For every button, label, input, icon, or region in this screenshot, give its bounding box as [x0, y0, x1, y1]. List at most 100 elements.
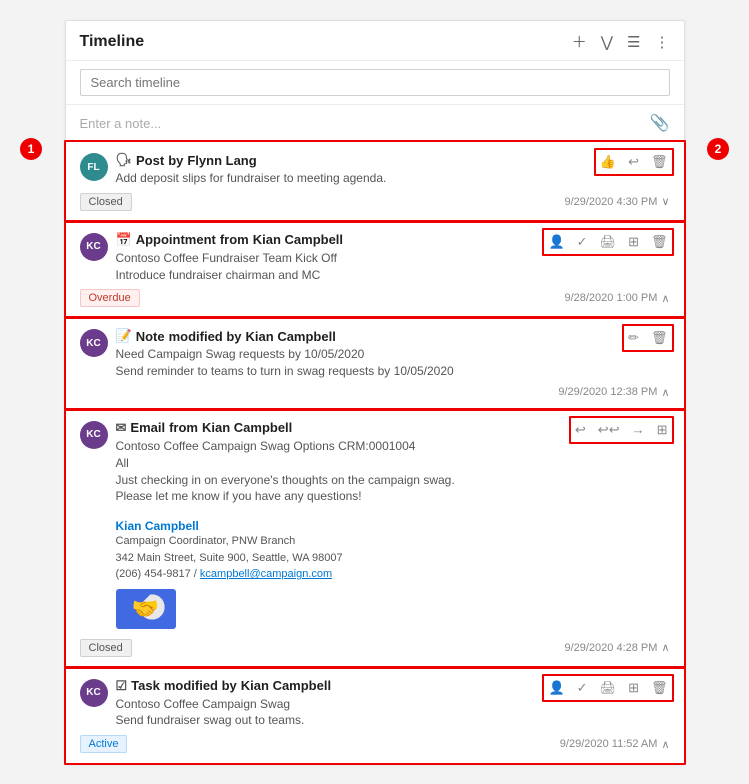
- add-icon[interactable]: ＋: [572, 31, 587, 52]
- check-icon[interactable]: ✓: [575, 232, 590, 252]
- task-title: ☑ Task modified by Kian Campbell: [116, 678, 539, 694]
- search-input[interactable]: [80, 69, 670, 96]
- task-type-icon: ☑: [116, 678, 128, 694]
- appt-actions-wrapper: 👤 ✓ 🖨 ⊞ 🗑: [546, 232, 669, 252]
- sort-icon[interactable]: ☰: [627, 33, 640, 51]
- post-chevron[interactable]: ∨: [661, 195, 669, 208]
- task-modified: modified by: [164, 678, 237, 693]
- email-timestamp: 9/29/2020 4:28 PM ∧: [564, 641, 669, 654]
- note-content: 📝 Note modified by Kian Campbell Need Ca…: [116, 328, 619, 380]
- avatar-kc-appt: KC: [80, 233, 108, 261]
- appt-badge: Overdue: [80, 289, 140, 307]
- appt-content: 📅 Appointment from Kian Campbell Contoso…: [116, 232, 539, 284]
- task-print-icon[interactable]: 🖨: [598, 678, 619, 698]
- page-container: 1 2 Timeline ＋ ⋁ ☰ ⋮ Enter a note... 📎: [20, 20, 729, 764]
- header-icons: ＋ ⋁ ☰ ⋮: [572, 31, 670, 52]
- appt-actions: 👤 ✓ 🖨 ⊞ 🗑: [546, 232, 669, 252]
- annotation-1: 1: [20, 138, 42, 160]
- email-badge: Closed: [80, 639, 132, 657]
- task-content: ☑ Task modified by Kian Campbell Contoso…: [116, 678, 539, 730]
- note-header: KC 📝 Note modified by Kian Campbell Need…: [80, 328, 670, 380]
- task-delete-icon[interactable]: 🗑: [649, 678, 670, 698]
- email-from: from: [169, 420, 198, 435]
- task-type-label: Task: [131, 678, 160, 693]
- appt-chevron[interactable]: ∧: [661, 292, 669, 305]
- sig-image: 🤝: [116, 589, 176, 629]
- appt-body: Contoso Coffee Fundraiser Team Kick Off …: [116, 250, 539, 284]
- timeline-item-note: KC 📝 Note modified by Kian Campbell Need…: [66, 318, 684, 410]
- note-bar: Enter a note... 📎: [66, 105, 684, 142]
- post-body: Add deposit slips for fundraiser to meet…: [116, 170, 590, 187]
- email-export-icon[interactable]: ⊞: [655, 420, 670, 440]
- annotation-2: 2: [707, 138, 729, 160]
- panel-header: Timeline ＋ ⋁ ☰ ⋮: [66, 21, 684, 61]
- timeline-item-task: KC ☑ Task modified by Kian Campbell Cont…: [66, 668, 684, 764]
- post-author: Flynn Lang: [187, 153, 256, 168]
- note-footer: 9/29/2020 12:38 PM ∧: [80, 386, 670, 399]
- delete-icon[interactable]: 🗑: [649, 152, 670, 172]
- email-content: ✉ Email from Kian Campbell Contoso Coffe…: [116, 420, 565, 633]
- email-type-label: Email: [130, 420, 165, 435]
- post-timestamp: 9/29/2020 4:30 PM ∨: [564, 195, 669, 208]
- post-actions: 👍 ↩ 🗑: [598, 152, 670, 172]
- filter-icon[interactable]: ⋁: [601, 33, 613, 51]
- avatar-kc-email: KC: [80, 421, 108, 449]
- reply-icon[interactable]: ↩: [573, 420, 588, 440]
- forward-icon[interactable]: →: [630, 420, 647, 439]
- sig-email: kcampbell@campaign.com: [200, 568, 332, 580]
- email-signature: Kian Campbell Campaign Coordinator, PNW …: [116, 513, 565, 633]
- appt-footer: Overdue 9/28/2020 1:00 PM ∧: [80, 289, 670, 307]
- email-title: ✉ Email from Kian Campbell: [116, 420, 565, 436]
- sig-phone: (206) 454-9817: [116, 568, 191, 580]
- print-icon[interactable]: 🖨: [598, 232, 619, 252]
- note-timestamp: 9/29/2020 12:38 PM ∧: [558, 386, 669, 399]
- email-actions: ↩ ↩↩ → ⊞: [573, 420, 670, 440]
- task-actions: 👤 ✓ 🖨 ⊞ 🗑: [546, 678, 669, 698]
- more-icon[interactable]: ⋮: [655, 33, 670, 51]
- export-icon[interactable]: ⊞: [626, 232, 641, 252]
- delete-icon-appt[interactable]: 🗑: [649, 232, 670, 252]
- timeline-item-appointment: KC 📅 Appointment from Kian Campbell Cont…: [66, 222, 684, 319]
- task-footer: Active 9/29/2020 11:52 AM ∧: [80, 735, 670, 753]
- thumbsup-icon[interactable]: 👍: [598, 152, 618, 172]
- task-badge: Active: [80, 735, 128, 753]
- note-author: Kian Campbell: [246, 329, 336, 344]
- undo-icon[interactable]: ↩: [626, 152, 641, 172]
- task-chevron[interactable]: ∧: [661, 738, 669, 751]
- email-type-icon: ✉: [116, 420, 127, 436]
- task-export-icon[interactable]: ⊞: [626, 678, 641, 698]
- note-chevron[interactable]: ∧: [661, 386, 669, 399]
- appt-type-icon: 📅: [116, 232, 132, 248]
- note-type-icon: 📝: [116, 328, 132, 344]
- sig-phone-email: (206) 454-9817 / kcampbell@campaign.com: [116, 566, 565, 583]
- task-assign-icon[interactable]: 👤: [546, 678, 566, 698]
- email-header: KC ✉ Email from Kian Campbell Contoso Co…: [80, 420, 670, 633]
- appt-title: 📅 Appointment from Kian Campbell: [116, 232, 539, 248]
- email-author: Kian Campbell: [202, 420, 292, 435]
- task-timestamp: 9/29/2020 11:52 AM ∧: [560, 738, 670, 751]
- task-body: Contoso Coffee Campaign Swag Send fundra…: [116, 696, 539, 730]
- edit-icon[interactable]: ✏: [626, 328, 641, 348]
- reply-all-icon[interactable]: ↩↩: [596, 420, 622, 440]
- delete-icon-note[interactable]: 🗑: [649, 328, 670, 348]
- email-actions-wrapper: ↩ ↩↩ → ⊞: [573, 420, 670, 440]
- avatar-fl: FL: [80, 153, 108, 181]
- note-actions-wrapper: ✏ 🗑: [626, 328, 669, 348]
- note-actions: ✏ 🗑: [626, 328, 669, 348]
- sig-name: Kian Campbell: [116, 519, 565, 533]
- assign-icon[interactable]: 👤: [546, 232, 566, 252]
- sig-title: Campaign Coordinator, PNW Branch: [116, 533, 565, 550]
- email-footer: Closed 9/29/2020 4:28 PM ∧: [80, 639, 670, 657]
- post-author-prefix: by: [168, 153, 183, 168]
- attach-icon[interactable]: 📎: [650, 113, 670, 133]
- email-chevron[interactable]: ∧: [661, 641, 669, 654]
- search-bar: [66, 61, 684, 105]
- post-title: 🗣 Post by Flynn Lang: [116, 152, 590, 168]
- timeline-panel: Timeline ＋ ⋁ ☰ ⋮ Enter a note... 📎 FL: [65, 20, 685, 764]
- task-check-icon[interactable]: ✓: [575, 678, 590, 698]
- avatar-kc-note: KC: [80, 329, 108, 357]
- note-placeholder[interactable]: Enter a note...: [80, 116, 162, 131]
- avatar-kc-task: KC: [80, 679, 108, 707]
- appt-type-label: Appointment: [136, 232, 216, 247]
- post-type-label: Post: [136, 153, 164, 168]
